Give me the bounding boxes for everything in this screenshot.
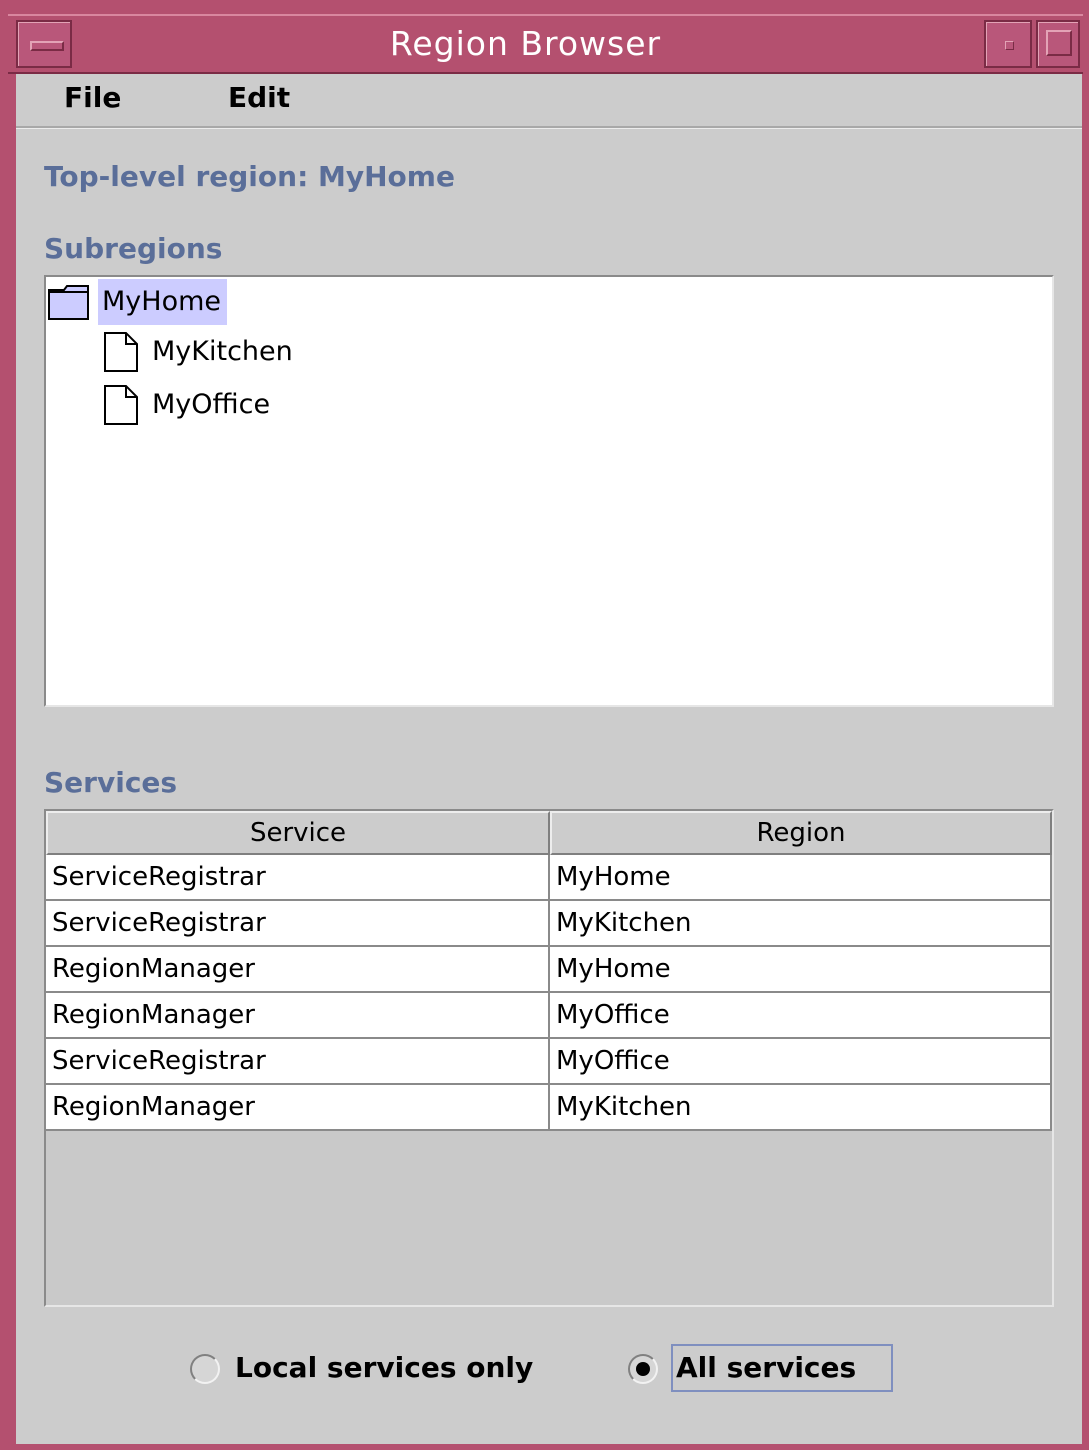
service-cell: ServiceRegistrar xyxy=(46,901,550,947)
table-row[interactable]: RegionManager MyOffice xyxy=(46,993,1052,1039)
service-filter-group: Local services only All services xyxy=(16,1344,1082,1396)
subregions-heading: Subregions xyxy=(44,232,223,265)
region-cell: MyOffice xyxy=(550,1039,1052,1085)
table-row[interactable]: RegionManager MyKitchen xyxy=(46,1085,1052,1131)
maximize-button[interactable] xyxy=(1036,20,1080,68)
window-menu-button[interactable] xyxy=(16,20,72,68)
services-table[interactable]: Service Region ServiceRegistrar MyHome S… xyxy=(44,809,1054,1307)
tree-node-child[interactable]: MyOffice xyxy=(104,382,404,428)
service-cell: RegionManager xyxy=(46,993,550,1039)
region-cell: MyHome xyxy=(550,855,1052,901)
service-cell: ServiceRegistrar xyxy=(46,1039,550,1085)
service-cell: RegionManager xyxy=(46,1085,550,1131)
tree-node-child[interactable]: MyKitchen xyxy=(104,329,404,375)
menu-bar: File Edit xyxy=(16,74,1082,128)
services-heading: Services xyxy=(44,766,178,799)
region-cell: MyOffice xyxy=(550,993,1052,1039)
region-cell: MyKitchen xyxy=(550,1085,1052,1131)
menu-edit[interactable]: Edit xyxy=(228,80,290,116)
window-content: File Edit Top-level region: MyHome Subre… xyxy=(16,74,1082,1444)
table-row[interactable]: ServiceRegistrar MyKitchen xyxy=(46,901,1052,947)
table-row[interactable]: RegionManager MyHome xyxy=(46,947,1052,993)
tree-node-label: MyHome xyxy=(98,279,228,325)
top-level-region-label: Top-level region: MyHome xyxy=(44,160,455,193)
maximize-icon xyxy=(1046,30,1072,56)
title-bar[interactable]: Region Browser xyxy=(8,14,1083,74)
local-services-radio[interactable] xyxy=(190,1354,220,1384)
radio-selected-dot xyxy=(636,1362,650,1376)
window-title: Region Browser xyxy=(389,24,662,63)
subregions-tree[interactable]: MyHome MyKitchen MyOffice xyxy=(44,275,1054,707)
minimize-button[interactable] xyxy=(984,20,1032,68)
window-frame: Region Browser File Edit Top-level regio… xyxy=(0,0,1089,1450)
service-cell: ServiceRegistrar xyxy=(46,855,550,901)
folder-icon xyxy=(48,285,89,320)
document-icon xyxy=(104,385,138,425)
service-cell: RegionManager xyxy=(46,947,550,993)
window-menu-icon xyxy=(30,41,64,51)
minimize-icon xyxy=(1005,41,1014,50)
all-services-label[interactable]: All services xyxy=(676,1350,856,1386)
menu-file[interactable]: File xyxy=(64,80,121,116)
local-services-label[interactable]: Local services only xyxy=(235,1350,533,1386)
region-cell: MyHome xyxy=(550,947,1052,993)
table-row[interactable]: ServiceRegistrar MyOffice xyxy=(46,1039,1052,1085)
all-services-radio[interactable] xyxy=(628,1354,658,1384)
region-cell: MyKitchen xyxy=(550,901,1052,947)
tree-node-label: MyKitchen xyxy=(152,336,293,367)
column-header-region[interactable]: Region xyxy=(550,811,1052,855)
table-row[interactable]: ServiceRegistrar MyHome xyxy=(46,855,1052,901)
column-header-service[interactable]: Service xyxy=(46,811,550,855)
document-icon xyxy=(104,332,138,372)
tree-node-label: MyOffice xyxy=(152,389,271,420)
tree-node-root[interactable]: MyHome xyxy=(46,279,346,325)
